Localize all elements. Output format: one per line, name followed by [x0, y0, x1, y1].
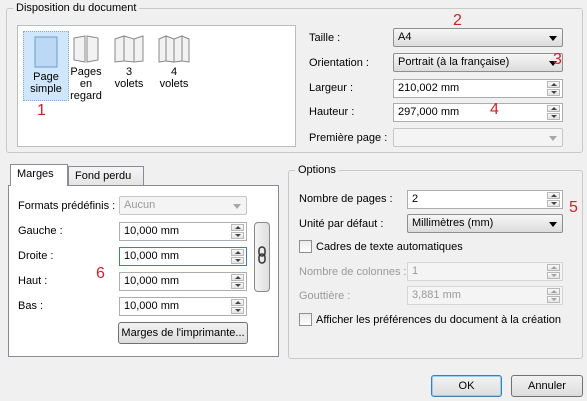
spin-down-button[interactable]: [547, 296, 560, 303]
spin-up-button[interactable]: [547, 105, 560, 112]
layout-3-volets[interactable]: 3 volets: [104, 35, 154, 90]
bas-label: Bas :: [18, 300, 44, 312]
bas-field[interactable]: 10,000 mm: [119, 297, 247, 316]
spin-up-button[interactable]: [547, 192, 560, 199]
taille-select[interactable]: A4: [393, 28, 563, 47]
spin-up-button[interactable]: [547, 288, 560, 295]
premiere-page-select[interactable]: [393, 128, 563, 147]
haut-value: 10,000 mm: [124, 275, 180, 287]
nombre-pages-field[interactable]: 2: [407, 190, 563, 209]
facing-pages-icon: [73, 35, 99, 63]
link-margins-toggle[interactable]: [254, 222, 270, 292]
layout-label: 4 volets: [159, 66, 189, 90]
chevron-down-icon: [233, 204, 241, 209]
chevron-down-icon: [549, 222, 557, 227]
spin-up-button[interactable]: [231, 274, 244, 281]
chevron-down-icon: [549, 36, 557, 41]
taille-value: A4: [398, 31, 412, 43]
unite-value: Millimètres (mm): [412, 217, 494, 229]
printer-margins-button[interactable]: Marges de l'imprimante...: [118, 322, 248, 344]
cadres-label[interactable]: Cadres de texte automatiques: [316, 241, 463, 253]
annotation-4: 4: [490, 101, 499, 118]
tab-fond-perdu[interactable]: Fond perdu: [68, 166, 144, 187]
options-title: Options: [298, 164, 336, 176]
annotation-5: 5: [569, 199, 578, 216]
spin-down-button[interactable]: [547, 272, 560, 279]
largeur-field[interactable]: 210,002 mm: [393, 79, 563, 98]
gouttiere-label: Gouttière :: [299, 290, 351, 302]
spin-down-button[interactable]: [231, 257, 244, 264]
spin-up-button[interactable]: [231, 249, 244, 256]
annotation-2: 2: [453, 12, 462, 29]
afficher-label[interactable]: Afficher les préférences du document à l…: [316, 314, 561, 326]
cancel-button[interactable]: Annuler: [511, 375, 583, 397]
four-fold-icon: [158, 35, 190, 63]
annotation-6: 6: [96, 265, 105, 282]
formats-value: Aucun: [124, 199, 156, 211]
premiere-page-label: Première page :: [309, 132, 388, 144]
formats-label: Formats prédéfinis :: [18, 200, 116, 212]
bas-value: 10,000 mm: [124, 300, 180, 312]
droite-label: Droite :: [18, 250, 54, 262]
tab-marges[interactable]: Marges: [10, 164, 68, 186]
hauteur-value: 297,000 mm: [398, 106, 460, 118]
spin-up-button[interactable]: [547, 81, 560, 88]
spin-down-button[interactable]: [231, 282, 244, 289]
spin-up-button[interactable]: [231, 224, 244, 231]
taille-label: Taille :: [309, 32, 341, 44]
gouttiere-field[interactable]: 3,881 mm: [407, 286, 563, 305]
haut-field[interactable]: 10,000 mm: [119, 272, 247, 291]
unite-select[interactable]: Millimètres (mm): [407, 214, 563, 233]
formats-select[interactable]: Aucun: [119, 196, 247, 215]
droite-field[interactable]: 10,000 mm: [119, 247, 247, 266]
nombre-pages-label: Nombre de pages :: [299, 193, 393, 205]
spin-down-button[interactable]: [231, 232, 244, 239]
gauche-value: 10,000 mm: [124, 225, 180, 237]
colonnes-value: 1: [412, 265, 419, 277]
single-page-icon: [34, 36, 58, 68]
spin-down-button[interactable]: [231, 307, 244, 314]
spin-down-button[interactable]: [547, 200, 560, 207]
unite-label: Unité par défaut :: [299, 218, 384, 230]
layout-label: 3 volets: [114, 66, 144, 90]
largeur-label: Largeur :: [309, 82, 354, 94]
colonnes-field[interactable]: 1: [407, 262, 563, 281]
gauche-field[interactable]: 10,000 mm: [119, 222, 247, 241]
layout-4-volets[interactable]: 4 volets: [149, 35, 199, 90]
chain-link-icon: [258, 246, 266, 264]
largeur-value: 210,002 mm: [398, 82, 460, 94]
annotation-1: 1: [37, 102, 46, 119]
afficher-checkbox[interactable]: [299, 313, 312, 326]
orientation-value: Portrait (à la française): [398, 56, 510, 68]
orientation-label: Orientation :: [309, 57, 369, 69]
chevron-down-icon: [549, 136, 557, 141]
annotation-3: 3: [553, 51, 562, 68]
cadres-checkbox[interactable]: [299, 240, 312, 253]
colonnes-label: Nombre de colonnes :: [299, 266, 407, 278]
spin-up-button[interactable]: [547, 264, 560, 271]
hauteur-label: Hauteur :: [309, 106, 355, 118]
gouttiere-value: 3,881 mm: [412, 289, 461, 301]
ok-button[interactable]: OK: [431, 375, 502, 397]
spin-down-button[interactable]: [547, 113, 560, 120]
gauche-label: Gauche :: [18, 225, 63, 237]
spin-up-button[interactable]: [231, 299, 244, 306]
droite-value: 10,000 mm: [124, 250, 180, 262]
haut-label: Haut :: [18, 275, 48, 287]
disposition-title: Disposition du document: [16, 2, 137, 14]
spin-down-button[interactable]: [547, 89, 560, 96]
orientation-select[interactable]: Portrait (à la française): [393, 53, 563, 72]
hauteur-field[interactable]: 297,000 mm: [393, 103, 563, 122]
three-fold-icon: [114, 35, 144, 63]
nombre-pages-value: 2: [412, 193, 419, 205]
